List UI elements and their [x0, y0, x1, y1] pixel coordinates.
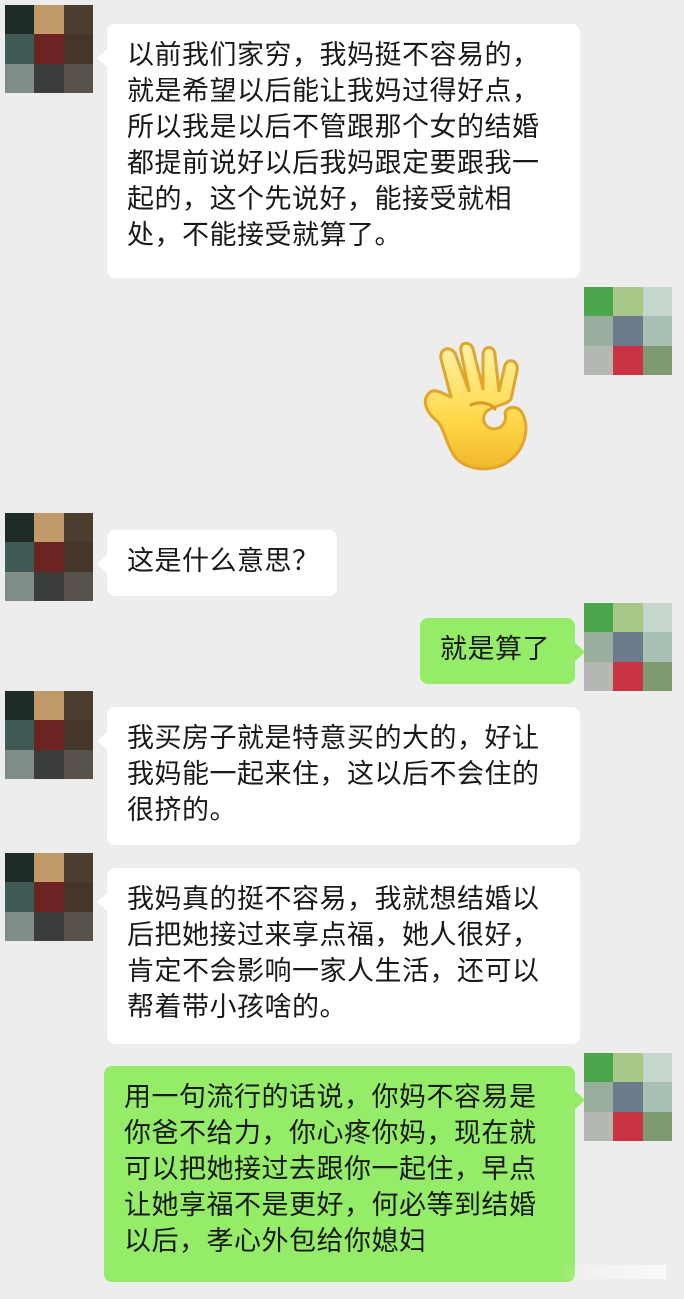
avatar-mosaic-tile [63, 63, 93, 93]
message-text-line: 让她享福不是更好，何必等到结婚 [124, 1190, 537, 1221]
avatar-mosaic-tile [584, 1082, 614, 1112]
message-text-line: 我妈能一起来住，这以后不会住的 [127, 759, 540, 790]
avatar-mosaic-tile [34, 63, 64, 93]
avatar-mosaic-tile [63, 34, 93, 64]
message-text-line: 我妈真的挺不容易，我就想结婚以 [127, 884, 540, 915]
avatar-mosaic-tile [584, 316, 614, 346]
avatar-mosaic-tile [642, 316, 672, 346]
my-avatar[interactable] [584, 287, 672, 375]
avatar-mosaic-tile [34, 911, 64, 941]
avatar-mosaic-tile [613, 661, 643, 691]
avatar-mosaic-tile [34, 749, 64, 779]
avatar-mosaic-tile [613, 632, 643, 662]
avatar-mosaic-tile [613, 345, 643, 375]
avatar-mosaic-tile [63, 691, 93, 721]
message-text-line: 所以我是以后不管跟那个女的结婚 [127, 112, 540, 143]
avatar-mosaic-tile [5, 691, 35, 721]
message-text-line: 起的，这个先说好，能接受就相 [127, 184, 512, 215]
avatar-mosaic-tile [63, 5, 93, 35]
avatar-mosaic-tile [613, 1082, 643, 1112]
message-text-line: 后把她接过来享点福，她人很好， [127, 920, 540, 951]
avatar-mosaic-tile [584, 1111, 614, 1141]
contact-avatar[interactable] [5, 691, 93, 779]
avatar-mosaic-tile [34, 542, 64, 572]
message-text-line: 我买房子就是特意买的大的，好让 [127, 723, 540, 754]
message-text-line: 这是什么意思？ [127, 546, 320, 577]
avatar-mosaic-tile [642, 661, 672, 691]
avatar-mosaic-tile [642, 287, 672, 317]
message-text-line: 处，不能接受就算了。 [127, 220, 402, 251]
avatar-mosaic-tile [34, 853, 64, 883]
message-bubble-sent[interactable]: 用一句流行的话说，你妈不容易是 你爸不给力，你心疼你妈，现在就 可以把她接过去跟… [104, 1066, 585, 1282]
avatar-mosaic-tile [613, 316, 643, 346]
avatar-mosaic-tile [5, 720, 35, 750]
avatar-mosaic-tile [5, 749, 35, 779]
avatar-mosaic-tile [34, 571, 64, 601]
ok-hand-emoji-icon[interactable] [415, 335, 540, 480]
message-bubble-received[interactable]: 我妈真的挺不容易，我就想结婚以 后把她接过来享点福，她人很好， 肯定不会影响一家… [97, 868, 580, 1044]
message-text-line: 用一句流行的话说，你妈不容易是 [124, 1082, 537, 1113]
avatar-mosaic-tile [584, 287, 614, 317]
message-text-line: 以后，孝心外包给你媳妇 [124, 1226, 427, 1257]
avatar-mosaic-tile [5, 513, 35, 543]
message-bubble-received[interactable]: 我买房子就是特意买的大的，好让 我妈能一起来住，这以后不会住的 很挤的。 [97, 707, 580, 845]
avatar-mosaic-tile [584, 345, 614, 375]
avatar-mosaic-tile [584, 661, 614, 691]
avatar-mosaic-tile [642, 1111, 672, 1141]
avatar-mosaic-tile [63, 911, 93, 941]
avatar-mosaic-tile [34, 720, 64, 750]
avatar-mosaic-tile [5, 882, 35, 912]
avatar-mosaic-tile [5, 63, 35, 93]
avatar-mosaic-tile [5, 911, 35, 941]
avatar-mosaic-tile [34, 34, 64, 64]
avatar-mosaic-tile [584, 632, 614, 662]
message-text-line: 以前我们家穷，我妈挺不容易的， [127, 40, 540, 71]
avatar-mosaic-tile [584, 603, 614, 633]
contact-avatar[interactable] [5, 853, 93, 941]
message-text-line: 帮着带小孩啥的。 [127, 992, 347, 1023]
message-bubble-sent[interactable]: 就是算了 [420, 618, 585, 684]
avatar-mosaic-tile [613, 287, 643, 317]
avatar-mosaic-tile [63, 513, 93, 543]
avatar-mosaic-tile [584, 1053, 614, 1083]
avatar-mosaic-tile [63, 853, 93, 883]
avatar-mosaic-tile [5, 853, 35, 883]
message-text-line: 都提前说好以后我妈跟定要跟我一 [127, 148, 540, 179]
avatar-mosaic-tile [642, 1053, 672, 1083]
my-avatar[interactable] [584, 603, 672, 691]
avatar-mosaic-tile [63, 571, 93, 601]
avatar-mosaic-tile [642, 632, 672, 662]
message-bubble-received[interactable]: 以前我们家穷，我妈挺不容易的， 就是希望以后能让我妈过得好点， 所以我是以后不管… [97, 24, 580, 278]
avatar-mosaic-tile [613, 603, 643, 633]
watermark [556, 1265, 666, 1279]
avatar-mosaic-tile [34, 882, 64, 912]
message-text-line: 就是算了 [440, 634, 550, 665]
avatar-mosaic-tile [34, 691, 64, 721]
avatar-mosaic-tile [63, 542, 93, 572]
avatar-mosaic-tile [34, 513, 64, 543]
avatar-mosaic-tile [63, 749, 93, 779]
avatar-mosaic-tile [5, 571, 35, 601]
message-text-line: 可以把她接过去跟你一起住，早点 [124, 1154, 537, 1185]
message-text-line: 肯定不会影响一家人生活，还可以 [127, 956, 540, 987]
avatar-mosaic-tile [5, 542, 35, 572]
contact-avatar[interactable] [5, 5, 93, 93]
avatar-mosaic-tile [63, 882, 93, 912]
message-text-line: 就是希望以后能让我妈过得好点， [127, 76, 540, 107]
avatar-mosaic-tile [613, 1053, 643, 1083]
avatar-mosaic-tile [642, 1082, 672, 1112]
message-text-line: 很挤的。 [127, 795, 237, 826]
avatar-mosaic-tile [34, 5, 64, 35]
message-bubble-received[interactable]: 这是什么意思？ [97, 530, 337, 596]
avatar-mosaic-tile [642, 345, 672, 375]
message-text-line: 你爸不给力，你心疼你妈，现在就 [124, 1118, 537, 1149]
contact-avatar[interactable] [5, 513, 93, 601]
avatar-mosaic-tile [63, 720, 93, 750]
avatar-mosaic-tile [642, 603, 672, 633]
avatar-mosaic-tile [5, 34, 35, 64]
my-avatar[interactable] [584, 1053, 672, 1141]
avatar-mosaic-tile [613, 1111, 643, 1141]
avatar-mosaic-tile [5, 5, 35, 35]
